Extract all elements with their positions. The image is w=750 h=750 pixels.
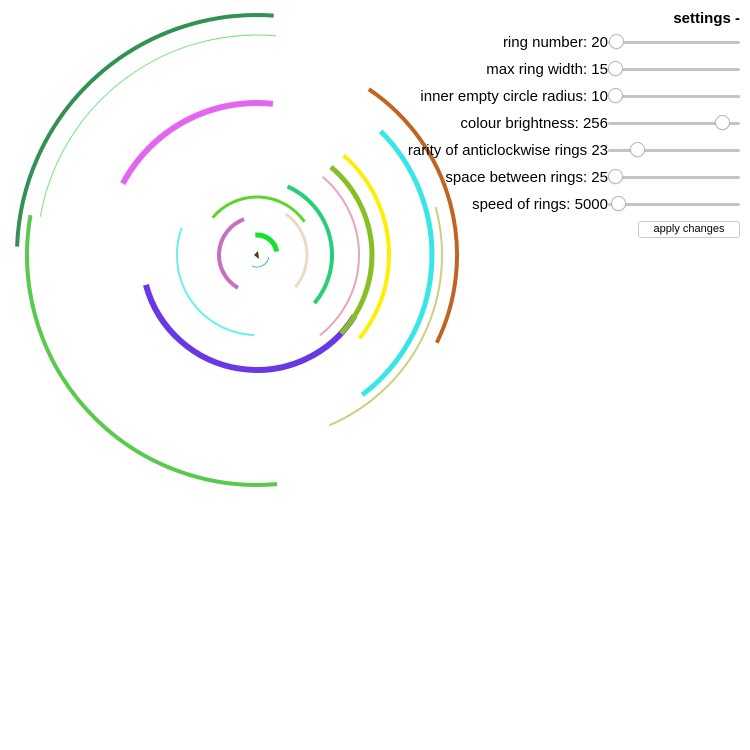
setting-row-colour-brightness: colour brightness: 256 — [380, 111, 740, 138]
settings-title[interactable]: settings - — [380, 8, 740, 30]
settings-panel: settings - ring number: 20 max ring widt… — [380, 8, 740, 243]
ring-number-slider[interactable] — [608, 34, 740, 49]
inner-radius-slider[interactable] — [608, 88, 740, 103]
ring-arc — [255, 232, 280, 253]
setting-row-ring-spacing: space between rings: 25 — [380, 165, 740, 192]
ring-spacing-label: space between rings: 25 — [445, 169, 608, 186]
setting-row-max-ring-width: max ring width: 15 — [380, 57, 740, 84]
ring-speed-slider[interactable] — [608, 196, 740, 211]
slider-thumb[interactable] — [609, 34, 625, 49]
ring-arc — [15, 13, 274, 247]
anticlockwise-rarity-slider[interactable] — [608, 142, 740, 157]
max-ring-width-label: max ring width: 15 — [486, 61, 608, 78]
ring-center-mark — [254, 251, 259, 259]
setting-row-ring-speed: speed of rings: 5000 — [380, 192, 740, 219]
apply-row: apply changes — [380, 221, 740, 243]
ring-arc — [25, 214, 278, 487]
slider-thumb[interactable] — [608, 61, 623, 76]
ring-number-label: ring number: 20 — [502, 34, 608, 51]
ring-arc — [217, 217, 245, 290]
anticlockwise-rarity-label: rarity of anticlockwise rings 23 — [407, 142, 608, 159]
ring-speed-label: speed of rings: 5000 — [472, 196, 608, 213]
ring-arc — [251, 256, 270, 268]
ring-arc — [319, 176, 360, 337]
slider-thumb[interactable] — [714, 115, 730, 130]
setting-row-anticlockwise-rarity: rarity of anticlockwise rings 23 — [380, 138, 740, 165]
slider-thumb[interactable] — [630, 142, 646, 157]
ring-arc — [120, 100, 274, 186]
max-ring-width-slider[interactable] — [608, 61, 740, 76]
ring-arc — [175, 227, 255, 336]
inner-radius-label: inner empty circle radius: 10 — [420, 88, 608, 105]
slider-thumb[interactable] — [611, 196, 627, 211]
ring-spacing-slider[interactable] — [608, 169, 740, 184]
colour-brightness-slider[interactable] — [608, 115, 740, 130]
slider-thumb[interactable] — [608, 88, 623, 103]
ring-arc — [143, 284, 358, 373]
ring-arc — [284, 212, 309, 289]
colour-brightness-label: colour brightness: 256 — [460, 115, 608, 132]
ring-arc — [286, 184, 334, 305]
ring-arc — [39, 34, 277, 217]
setting-row-inner-radius: inner empty circle radius: 10 — [380, 84, 740, 111]
apply-changes-button[interactable]: apply changes — [638, 221, 740, 238]
slider-thumb[interactable] — [608, 169, 623, 184]
setting-row-ring-number: ring number: 20 — [380, 30, 740, 57]
